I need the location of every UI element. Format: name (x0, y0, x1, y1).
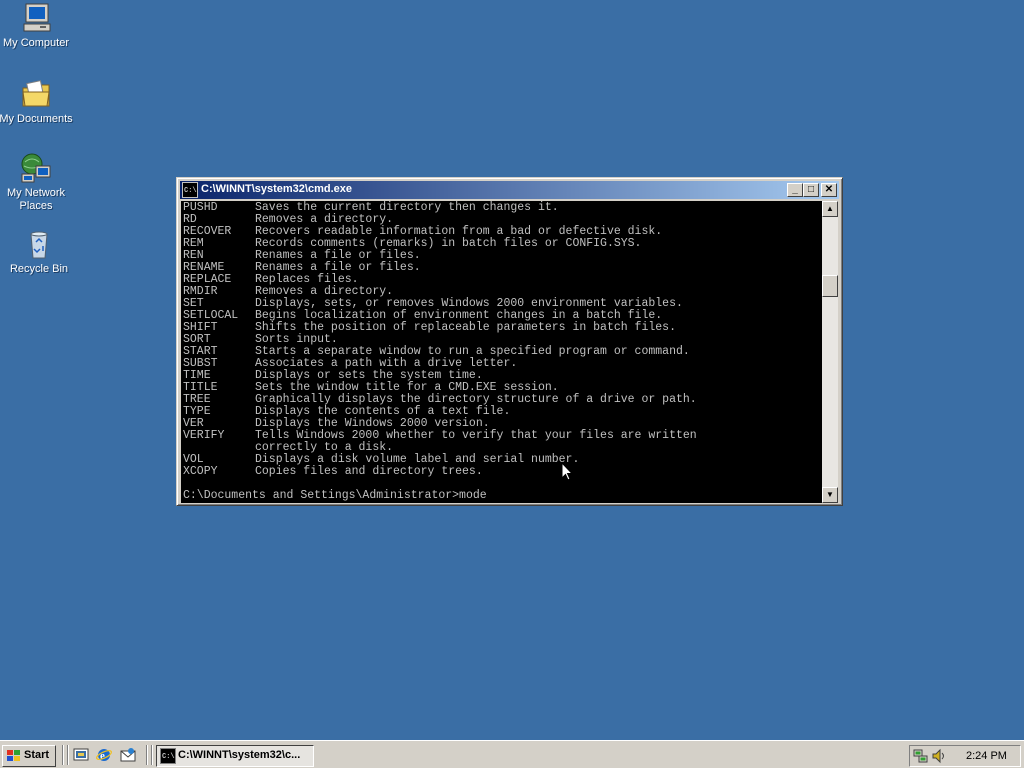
system-tray: 2:24 PM (909, 745, 1021, 767)
maximize-icon: □ (807, 184, 815, 195)
minimize-button[interactable]: _ (787, 183, 803, 197)
arrow-up-icon: ▲ (826, 204, 834, 213)
close-button[interactable]: ✕ (821, 183, 837, 197)
desktop-icon-label: My Documents (0, 113, 73, 125)
console-line: XCOPY Copies files and directory trees. (183, 466, 483, 478)
svg-text:C:\: C:\ (162, 753, 175, 761)
command-prompt[interactable]: C:\Documents and Settings\Administrator>… (183, 490, 487, 502)
desktop-icon-label: My Computer (2, 37, 70, 49)
arrow-down-icon: ▼ (826, 490, 834, 499)
taskbar-separator (67, 745, 69, 765)
recycle-bin-icon (30, 231, 48, 259)
mouse-pointer-icon (561, 462, 573, 481)
desktop-icon-my-network-places[interactable]: My Network Places (0, 152, 74, 213)
scroll-thumb[interactable] (822, 275, 838, 297)
internet-explorer-icon[interactable]: e (96, 747, 112, 763)
scroll-up-button[interactable]: ▲ (822, 201, 838, 217)
close-icon: ✕ (824, 184, 834, 195)
command-description: Copies files and directory trees. (255, 465, 483, 478)
cmd-icon: C:\ (182, 182, 198, 198)
vertical-scrollbar[interactable]: ▲ ▼ (822, 201, 838, 503)
outlook-express-icon[interactable] (120, 747, 136, 763)
clock[interactable]: 2:24 PM (966, 750, 1007, 762)
my-computer-icon (23, 3, 51, 32)
minimize-icon: _ (792, 184, 798, 195)
maximize-button[interactable]: □ (803, 183, 819, 197)
start-label: Start (24, 749, 50, 761)
taskbar-item-label: C:\WINNT\system32\c... (178, 749, 301, 761)
desktop-icon-recycle-bin[interactable]: Recycle Bin (1, 228, 77, 276)
taskbar-separator (62, 745, 64, 765)
window-title: C:\WINNT\system32\cmd.exe (201, 183, 352, 195)
command-name: VERIFY (183, 429, 225, 442)
taskbar-separator (146, 745, 148, 765)
cmd-icon: C:\ (160, 748, 176, 764)
scroll-down-button[interactable]: ▼ (822, 487, 838, 503)
taskbar-item-cmd[interactable]: C:\ C:\WINNT\system32\c... (156, 745, 314, 767)
windows-flag-icon (7, 750, 20, 761)
console-output[interactable]: PUSHD Saves the current directory then ch… (181, 201, 822, 503)
show-desktop-icon[interactable] (73, 747, 89, 763)
volume-icon[interactable] (931, 748, 947, 764)
taskbar: Start e C:\ C:\WINNT\system32\c... 2:24 … (0, 740, 1024, 768)
start-button[interactable]: Start (2, 745, 56, 767)
window-title-bar[interactable]: C:\ C:\WINNT\system32\cmd.exe _ □ ✕ (180, 181, 839, 199)
desktop-icon-my-computer[interactable]: My Computer (0, 2, 74, 50)
cmd-window[interactable]: C:\ C:\WINNT\system32\cmd.exe _ □ ✕ PUSH… (176, 177, 843, 506)
my-documents-icon (22, 80, 50, 107)
command-name: XCOPY (183, 465, 218, 478)
taskbar-separator (151, 745, 153, 765)
desktop-icon-label: Recycle Bin (9, 263, 69, 275)
svg-text:C:\: C:\ (184, 187, 197, 195)
network-connection-icon[interactable] (913, 748, 929, 764)
desktop-icon-my-documents[interactable]: My Documents (0, 78, 74, 126)
network-places-icon (21, 153, 51, 183)
desktop-icon-label: My Network Places (6, 187, 66, 212)
